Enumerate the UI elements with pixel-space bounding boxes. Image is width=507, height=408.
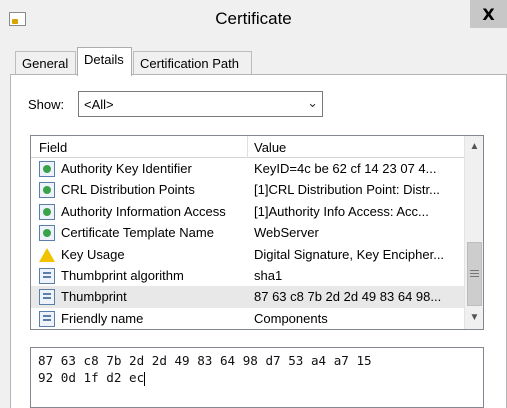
fields-list[interactable]: Field Value Authority Key Identifier KeyI…: [30, 135, 484, 330]
list-item-value: Components: [254, 310, 328, 326]
field-value-textbox[interactable]: 87 63 c8 7b 2d 2d 49 83 64 98 d7 53 a4 a…: [30, 347, 484, 408]
text-cursor: [144, 371, 146, 386]
scrollbar-thumb[interactable]: [467, 242, 482, 306]
list-item-value: Digital Signature, Key Encipher...: [254, 246, 445, 262]
list-item-field: Thumbprint algorithm: [61, 267, 184, 283]
tab-certification-path[interactable]: Certification Path: [133, 51, 252, 75]
certificate-extension-icon: [39, 225, 55, 242]
value-line-1: 87 63 c8 7b 2d 2d 49 83 64 98 d7 53 a4 a…: [38, 353, 372, 368]
list-item-field: Authority Information Access: [61, 203, 226, 219]
list-item-field: Friendly name: [61, 310, 144, 326]
list-item-value: 87 63 c8 7b 2d 2d 49 83 64 98...: [254, 289, 442, 305]
property-icon: [39, 267, 55, 284]
list-item-field: CRL Distribution Points: [61, 182, 195, 198]
list-item[interactable]: Authority Information Access [1]Authority…: [31, 201, 464, 222]
list-item-value: [1]CRL Distribution Point: Distr...: [254, 182, 440, 198]
scroll-up-icon[interactable]: ▲: [465, 138, 483, 156]
window-title: Certificate: [215, 9, 292, 28]
grip-icon: [470, 270, 479, 277]
list-item[interactable]: Friendly name Components: [31, 308, 464, 329]
list-rows: Authority Key Identifier KeyID=4c be 62 c…: [31, 158, 464, 329]
show-dropdown[interactable]: <All> ⌄: [78, 91, 323, 117]
list-item-value: sha1: [254, 267, 283, 283]
list-item[interactable]: Thumbprint algorithm sha1: [31, 265, 464, 286]
list-item-value: KeyID=4c be 62 cf 14 23 07 4...: [254, 161, 437, 176]
column-divider[interactable]: [247, 136, 248, 158]
tab-details[interactable]: Details: [77, 47, 132, 76]
column-header-value[interactable]: Value: [254, 140, 286, 155]
property-icon: [39, 310, 55, 327]
warning-icon: [39, 247, 55, 263]
list-item-value: WebServer: [254, 225, 319, 241]
list-item-field: Thumbprint: [61, 289, 127, 305]
column-header-field[interactable]: Field: [39, 140, 67, 155]
close-button[interactable]: X: [470, 0, 507, 28]
show-dropdown-value: <All>: [84, 97, 114, 112]
certificate-extension-icon: [39, 161, 55, 177]
vertical-scrollbar[interactable]: ▲ ▼: [464, 136, 483, 329]
list-item[interactable]: Thumbprint 87 63 c8 7b 2d 2d 49 83 64 98.…: [31, 286, 464, 308]
scroll-down-icon[interactable]: ▼: [465, 309, 483, 327]
list-item[interactable]: CRL Distribution Points [1]CRL Distributi…: [31, 179, 464, 200]
list-item[interactable]: Certificate Template Name WebServer: [31, 222, 464, 243]
list-item[interactable]: Key Usage Digital Signature, Key Encipher…: [31, 244, 464, 265]
property-icon: [39, 289, 55, 306]
list-item-value: [1]Authority Info Access: Acc...: [254, 203, 429, 219]
tab-general[interactable]: General: [15, 51, 76, 75]
list-header: Field Value: [31, 136, 464, 158]
value-line-2: 92 0d 1f d2 ec: [38, 370, 146, 386]
show-label: Show:: [28, 97, 65, 112]
chevron-down-icon: ⌄: [307, 95, 318, 110]
list-item[interactable]: Authority Key Identifier KeyID=4c be 62 c…: [31, 158, 464, 179]
certificate-extension-icon: [39, 182, 55, 199]
title-bar: Certificate X: [0, 0, 507, 38]
list-item-field: Key Usage: [61, 246, 125, 262]
list-item-field: Certificate Template Name: [61, 225, 214, 241]
certificate-extension-icon: [39, 203, 55, 220]
value-line-2-text: 92 0d 1f d2 ec: [38, 370, 145, 385]
list-item-field: Authority Key Identifier: [61, 161, 192, 176]
